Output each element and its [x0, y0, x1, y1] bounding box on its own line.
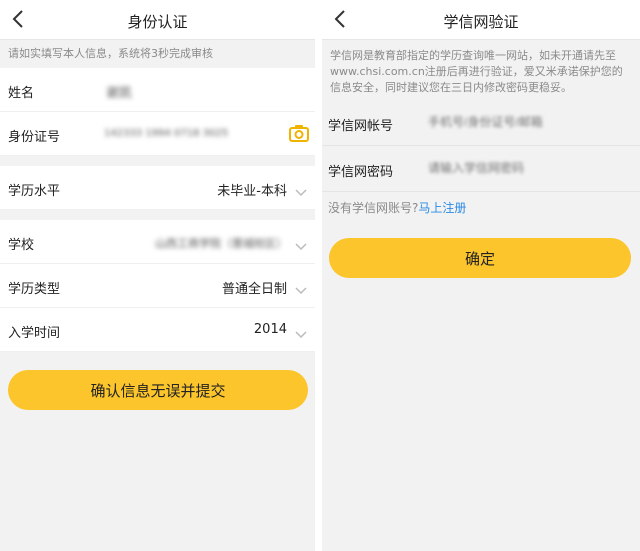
password-label: 学信网密码 [328, 165, 394, 180]
account-input[interactable] [428, 115, 628, 129]
chevron-down-icon [295, 324, 307, 343]
chevron-down-icon [295, 236, 307, 255]
top-bar: 身份认证 [0, 0, 315, 40]
page-title: 身份认证 [127, 13, 188, 31]
school-label: 学校 [8, 238, 35, 253]
id-number-label: 身份证号 [8, 130, 61, 145]
name-row[interactable]: 姓名 谢凯 [0, 68, 315, 112]
password-input[interactable] [428, 161, 628, 175]
education-level-label: 学历水平 [8, 184, 61, 199]
verification-notice: 请如实填写本人信息，系统将3秒完成审核 [0, 40, 315, 68]
submit-button[interactable]: 确认信息无误并提交 [8, 370, 308, 410]
education-level-row[interactable]: 学历水平 未毕业-本科 [0, 166, 315, 210]
identity-verification-screen: 身份认证 请如实填写本人信息，系统将3秒完成审核 姓名 谢凯 身份证号 1423… [0, 0, 315, 551]
no-account-text: 没有学信网账号? [328, 201, 419, 215]
top-bar: 学信网验证 [322, 0, 640, 40]
chevron-down-icon [295, 280, 307, 299]
enrollment-year-label: 入学时间 [8, 326, 61, 341]
enrollment-year-row[interactable]: 入学时间 2014 [0, 308, 315, 352]
register-prompt: 没有学信网账号?马上注册 [328, 199, 466, 216]
enrollment-year-value: 2014 [253, 322, 287, 337]
chevron-down-icon [295, 182, 307, 201]
education-type-value: 普通全日制 [221, 282, 287, 297]
page-title: 学信网验证 [443, 13, 519, 31]
account-field-row: 学信网帐号 [322, 100, 640, 146]
section-gap [0, 156, 315, 166]
account-label: 学信网帐号 [328, 119, 394, 134]
chsi-notice: 学信网是教育部指定的学历查询唯一网站，如未开通请先至www.chsi.com.c… [322, 40, 640, 102]
name-value: 谢凯 [106, 86, 133, 101]
id-number-row[interactable]: 身份证号 142333 1994 0718 3025 [0, 112, 315, 156]
name-label: 姓名 [8, 86, 35, 101]
school-value: 山西工商学院（晋城校区） [155, 237, 287, 250]
password-field-row: 学信网密码 [322, 146, 640, 192]
confirm-button[interactable]: 确定 [329, 238, 631, 278]
id-number-value: 142333 1994 0718 3025 [104, 128, 229, 139]
education-level-value: 未毕业-本科 [217, 184, 287, 199]
chsi-verification-screen: 学信网验证 学信网是教育部指定的学历查询唯一网站，如未开通请先至www.chsi… [322, 0, 640, 551]
education-type-label: 学历类型 [8, 282, 61, 297]
section-gap [0, 210, 315, 220]
register-link[interactable]: 马上注册 [418, 201, 466, 215]
education-type-row[interactable]: 学历类型 普通全日制 [0, 264, 315, 308]
camera-icon[interactable] [289, 124, 309, 142]
school-row[interactable]: 学校 山西工商学院（晋城校区） [0, 220, 315, 264]
